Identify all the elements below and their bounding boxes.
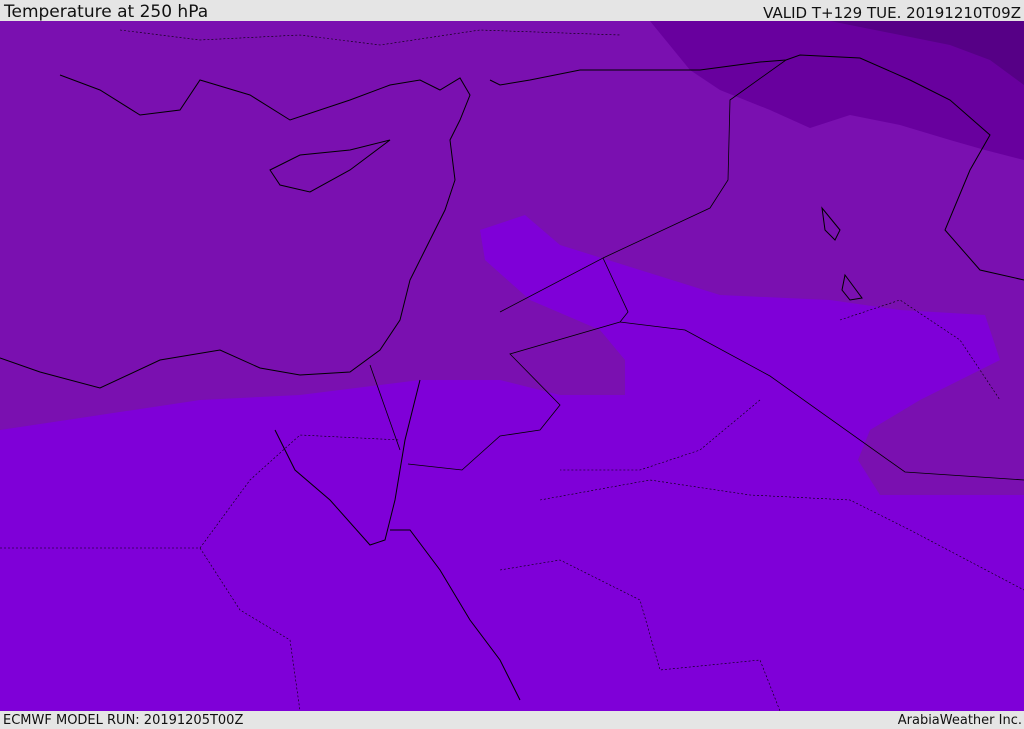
temperature-map bbox=[0, 21, 1024, 711]
footer-bar: ECMWF MODEL RUN: 20191205T00Z ArabiaWeat… bbox=[0, 711, 1024, 729]
valid-time: VALID T+129 TUE. 20191210T09Z bbox=[763, 4, 1021, 22]
model-run: ECMWF MODEL RUN: 20191205T00Z bbox=[3, 713, 244, 728]
header-bar: Temperature at 250 hPa VALID T+129 TUE. … bbox=[0, 0, 1024, 21]
credit: ArabiaWeather Inc. bbox=[897, 713, 1022, 728]
map-title: Temperature at 250 hPa bbox=[4, 2, 209, 22]
